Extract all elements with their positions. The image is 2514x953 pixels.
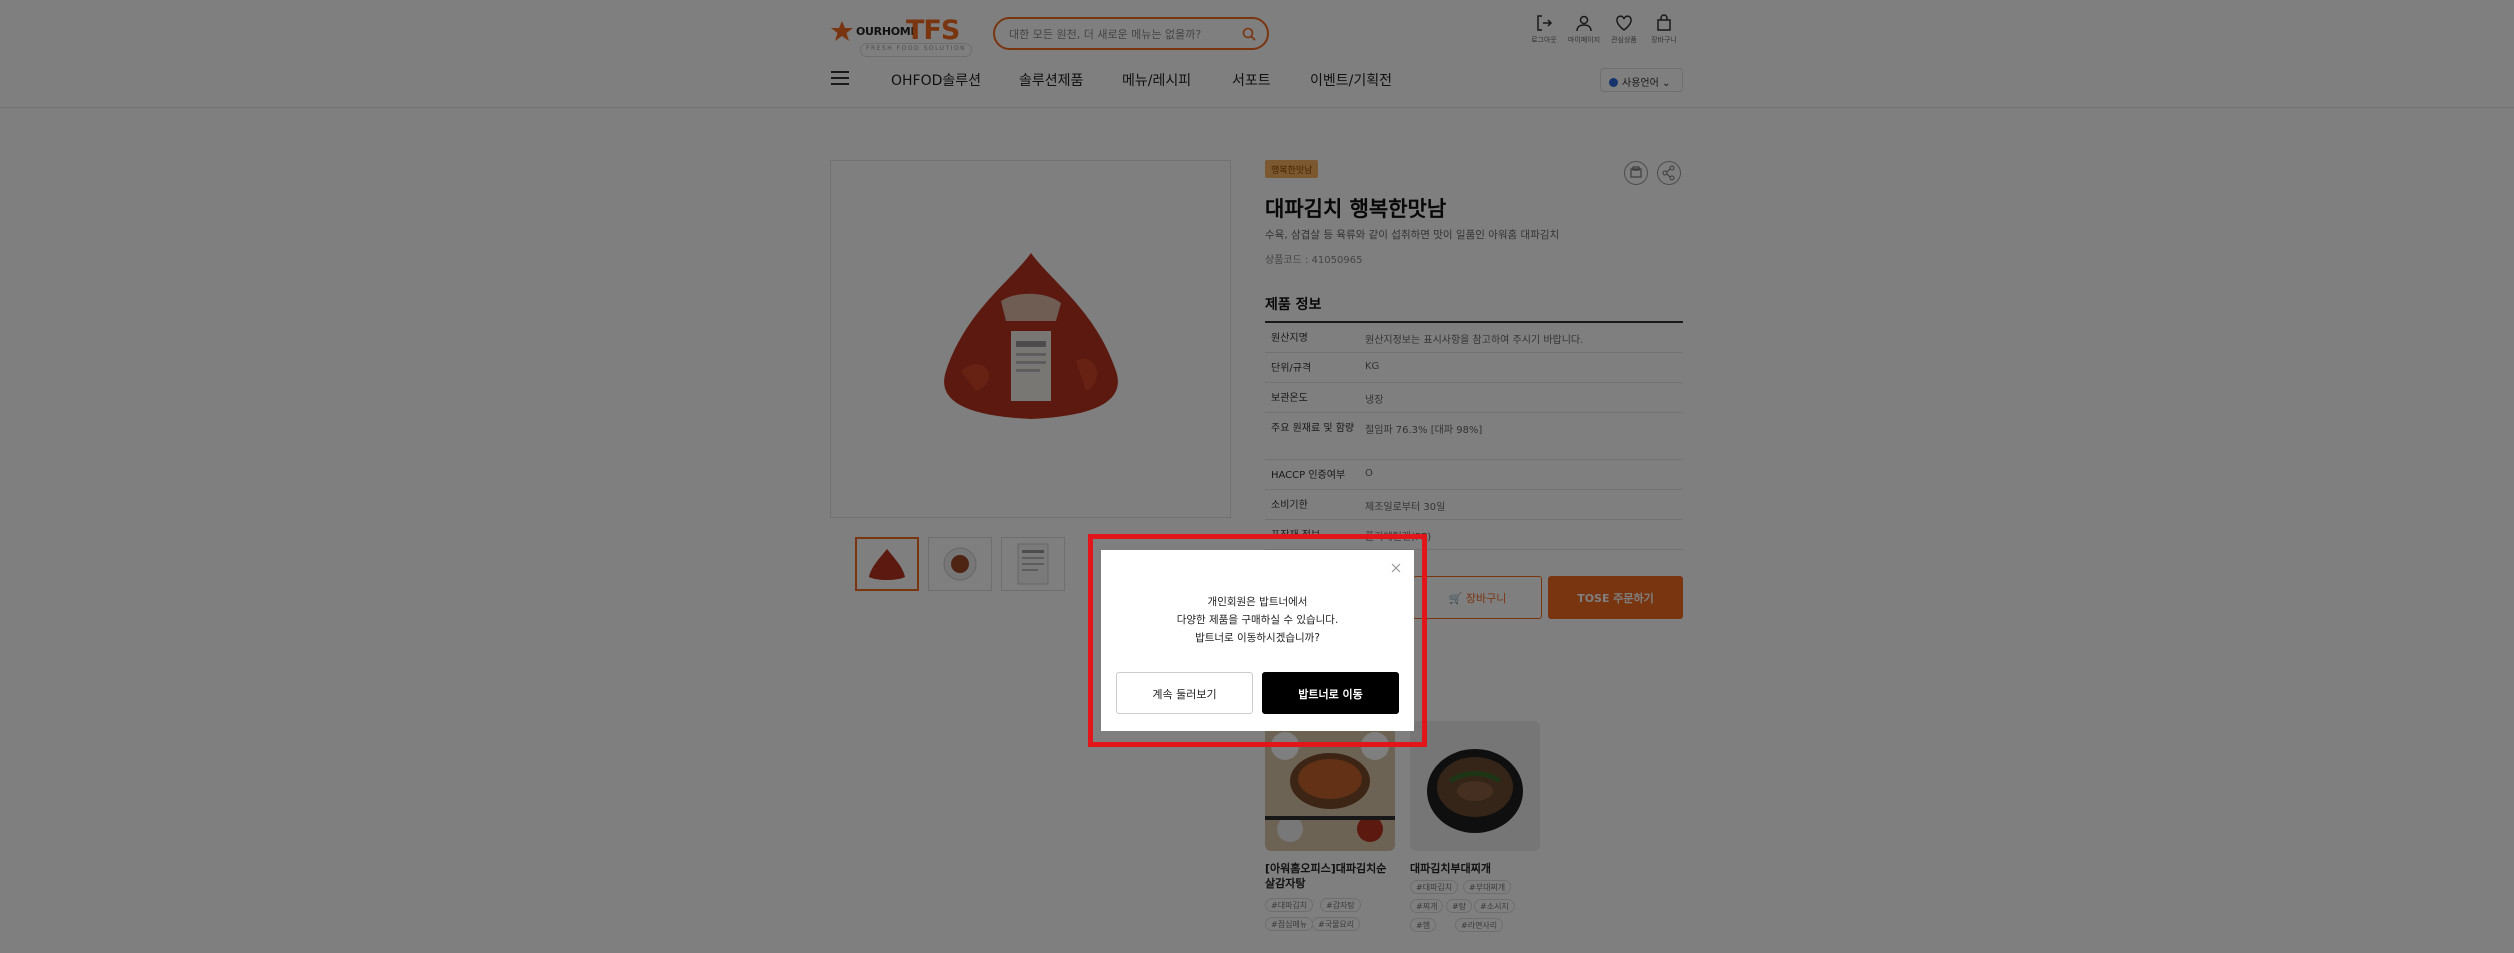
modal-backdrop[interactable]	[0, 0, 2514, 953]
close-icon[interactable]	[1390, 562, 1402, 574]
continue-browsing-button[interactable]: 계속 둘러보기	[1116, 672, 1253, 714]
modal-message: 개인회원은 밥트너에서 다양한 제품을 구매하실 수 있습니다. 밥트너로 이동…	[1176, 596, 1339, 644]
go-to-babtner-button[interactable]: 밥트너로 이동	[1262, 672, 1399, 714]
redirect-modal: 개인회원은 밥트너에서 다양한 제품을 구매하실 수 있습니다. 밥트너로 이동…	[1101, 550, 1414, 731]
